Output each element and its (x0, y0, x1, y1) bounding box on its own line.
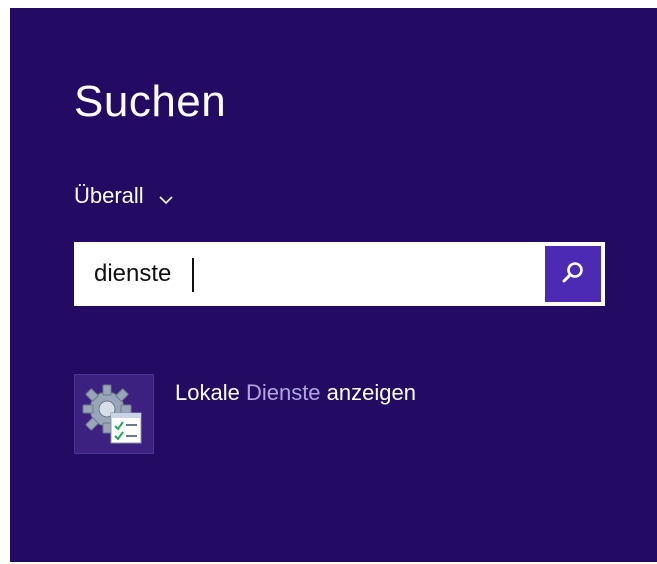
search-result-item[interactable]: Lokale Dienste anzeigen (74, 374, 594, 454)
search-box (74, 242, 605, 306)
result-label-prefix: Lokale (175, 380, 246, 405)
result-label-suffix: anzeigen (320, 380, 416, 405)
search-charm-pane: Suchen Überall dienste Lokale Dienste an… (10, 8, 657, 562)
result-label: Lokale Dienste anzeigen (175, 380, 416, 406)
search-input[interactable] (74, 242, 534, 306)
search-icon (560, 259, 586, 290)
search-scope-label: Überall (74, 183, 144, 208)
search-button[interactable] (545, 246, 601, 302)
text-cursor (192, 258, 194, 292)
result-label-match: Dienste (245, 380, 321, 405)
result-tile (74, 374, 154, 454)
search-title: Suchen (74, 77, 227, 126)
chevron-down-icon (158, 188, 174, 205)
search-scope-dropdown[interactable]: Überall (74, 182, 174, 210)
